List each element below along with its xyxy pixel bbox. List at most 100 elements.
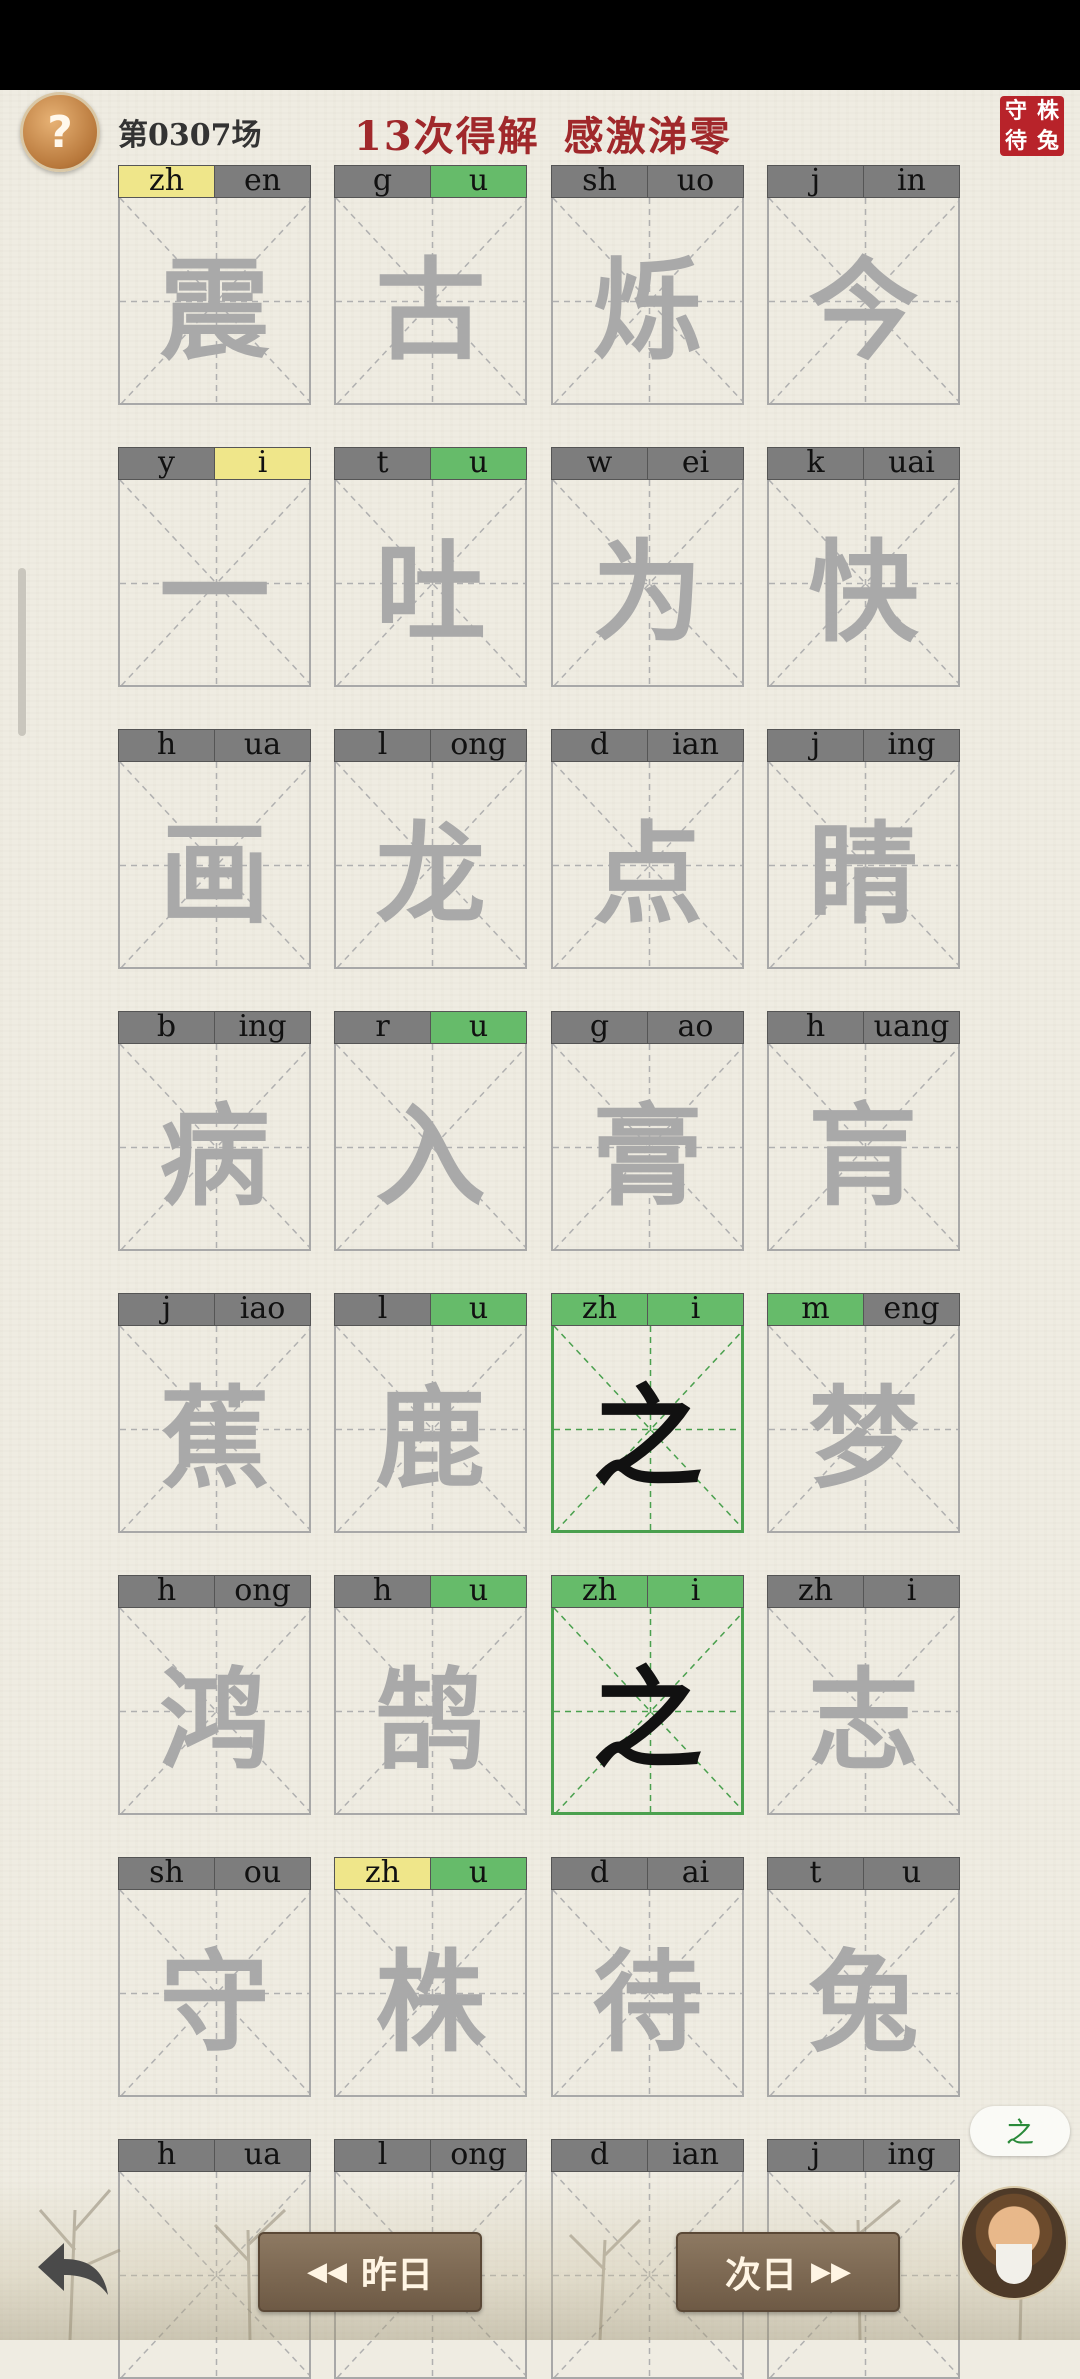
- pinyin-initial: zh: [118, 165, 215, 198]
- next-day-label: 次日: [724, 2254, 797, 2296]
- pinyin-final: i: [648, 1293, 744, 1326]
- pinyin-initial: w: [551, 447, 648, 480]
- grid-cell[interactable]: k uai 快: [767, 447, 960, 687]
- double-left-arrow-icon: ◀◀: [306, 2257, 347, 2287]
- grid-cell[interactable]: ru 入: [334, 1011, 527, 1251]
- pinyin-final: ua: [215, 729, 311, 762]
- character-box: 一: [118, 480, 311, 687]
- pinyin-bar: k uai: [767, 447, 960, 480]
- grid-cell[interactable]: b ing 病: [118, 1011, 311, 1251]
- pinyin-bar: h ua: [118, 729, 311, 762]
- character-box: 肓: [767, 1044, 960, 1251]
- hanzi-character: 为: [592, 527, 703, 657]
- pinyin-final: ian: [648, 729, 744, 762]
- grid-cell[interactable]: hu 鹄: [334, 1575, 527, 1815]
- pinyin-final: ong: [215, 1575, 311, 1608]
- pinyin-initial: h: [767, 1011, 864, 1044]
- grid-cell[interactable]: j iao 蕉: [118, 1293, 311, 1533]
- back-button[interactable]: [34, 2235, 114, 2299]
- pinyin-bar: zh en: [118, 165, 311, 198]
- grid-cell[interactable]: tu 吐: [334, 447, 527, 687]
- help-button[interactable]: ?: [20, 92, 100, 172]
- grid-cell[interactable]: sh uo 烁: [551, 165, 744, 405]
- pinyin-bar: h ong: [118, 1575, 311, 1608]
- hanzi-character: 睛: [808, 809, 919, 939]
- hanzi-character: 震: [159, 245, 270, 375]
- pinyin-bar: lu: [334, 1293, 527, 1326]
- pinyin-initial: r: [334, 1011, 431, 1044]
- grid-cell-solved[interactable]: zh i 之: [551, 1293, 744, 1533]
- pinyin-initial: l: [334, 1293, 431, 1326]
- pinyin-bar: zh i: [551, 1293, 744, 1326]
- pinyin-final: ao: [648, 1011, 744, 1044]
- page-title: 13次得解 感激涕零: [354, 104, 732, 162]
- pinyin-final: i: [864, 1575, 960, 1608]
- hint-bubble[interactable]: 之: [970, 2106, 1070, 2156]
- pinyin-initial: j: [767, 729, 864, 762]
- hanzi-character: 吐: [375, 527, 486, 657]
- pinyin-bar: hu: [334, 1575, 527, 1608]
- status-bar: [0, 0, 1080, 90]
- grid-cell[interactable]: j in 今: [767, 165, 960, 405]
- grid-cell[interactable]: d ian 点: [551, 729, 744, 969]
- back-arrow-icon: [38, 2243, 108, 2295]
- grid-cell-solved[interactable]: zh i 之: [551, 1575, 744, 1815]
- grid-cell[interactable]: h uang 肓: [767, 1011, 960, 1251]
- previous-day-button[interactable]: ◀◀ 昨日: [258, 2232, 482, 2312]
- pinyin-initial: k: [767, 447, 864, 480]
- pinyin-initial: h: [118, 1575, 215, 1608]
- grid-cell[interactable]: w ei 为: [551, 447, 744, 687]
- pinyin-bar: zh i: [767, 1575, 960, 1608]
- grid-cell[interactable]: lu 鹿: [334, 1293, 527, 1533]
- pinyin-initial: y: [118, 447, 215, 480]
- character-box: 鹄: [334, 1608, 527, 1815]
- hanzi-character: 之: [592, 1373, 703, 1502]
- pinyin-bar: b ing: [118, 1011, 311, 1044]
- question-mark-icon: ?: [47, 106, 73, 158]
- hanzi-character: 鸿: [159, 1655, 270, 1785]
- next-day-button[interactable]: 次日 ▶▶: [676, 2232, 900, 2312]
- pinyin-final: uang: [864, 1011, 960, 1044]
- pinyin-initial: sh: [551, 165, 648, 198]
- pinyin-final: u: [431, 1575, 527, 1608]
- scroll-indicator[interactable]: [18, 568, 26, 736]
- character-box: 蕉: [118, 1326, 311, 1533]
- character-box: 今: [767, 198, 960, 405]
- pinyin-bar: h uang: [767, 1011, 960, 1044]
- pinyin-bar: zh u: [334, 1857, 527, 1890]
- pinyin-initial: sh: [118, 1857, 215, 1890]
- pinyin-bar: m eng: [767, 1293, 960, 1326]
- pinyin-bar: w ei: [551, 447, 744, 480]
- grid-cell[interactable]: zh en 震: [118, 165, 311, 405]
- pinyin-final: ei: [648, 447, 744, 480]
- grid-cell[interactable]: m eng 梦: [767, 1293, 960, 1533]
- grid-cell[interactable]: l ong 龙: [334, 729, 527, 969]
- grid-cell[interactable]: yi 一: [118, 447, 311, 687]
- pinyin-initial: d: [551, 1857, 648, 1890]
- pinyin-final: u: [431, 1011, 527, 1044]
- pinyin-bar: j ing: [767, 729, 960, 762]
- pinyin-initial: b: [118, 1011, 215, 1044]
- grid-cell[interactable]: h ong 鸿: [118, 1575, 311, 1815]
- seal-stamp-button[interactable]: 株 守 兔 待: [1000, 96, 1064, 156]
- grid-cell[interactable]: gu 古: [334, 165, 527, 405]
- grid-cell[interactable]: h ua 画: [118, 729, 311, 969]
- character-box: 梦: [767, 1326, 960, 1533]
- grid-cell[interactable]: g ao 膏: [551, 1011, 744, 1251]
- level-label: 第0307场: [118, 118, 262, 153]
- pinyin-bar: d ian: [551, 729, 744, 762]
- hanzi-character: 病: [159, 1091, 270, 1221]
- character-box: 吐: [334, 480, 527, 687]
- hanzi-character: 龙: [375, 809, 486, 939]
- pinyin-bar: tu: [334, 447, 527, 480]
- character-box: 烁: [551, 198, 744, 405]
- grid-cell[interactable]: j ing 睛: [767, 729, 960, 969]
- scholar-avatar-icon[interactable]: [960, 2186, 1068, 2300]
- pinyin-final: in: [864, 165, 960, 198]
- pinyin-initial: h: [118, 729, 215, 762]
- pinyin-final: i: [648, 1575, 744, 1608]
- character-box: 之: [551, 1608, 744, 1815]
- pinyin-bar: yi: [118, 447, 311, 480]
- pinyin-final: u: [431, 165, 527, 198]
- grid-cell[interactable]: zh i 志: [767, 1575, 960, 1815]
